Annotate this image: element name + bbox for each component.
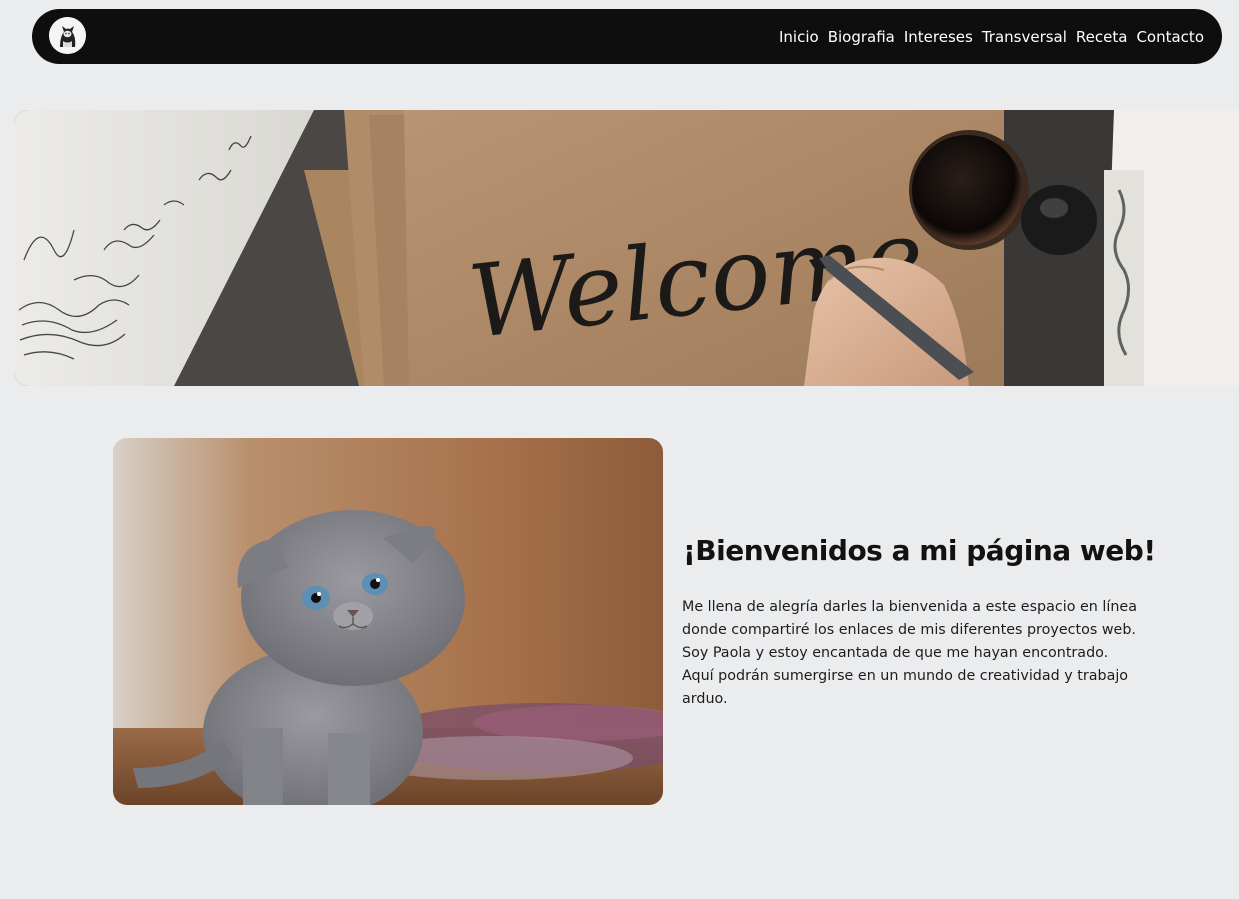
nav-link-biografia[interactable]: Biografia <box>828 28 895 46</box>
hero-banner-image: Welcome <box>14 110 1239 386</box>
nav-link-contacto[interactable]: Contacto <box>1136 28 1204 46</box>
page-title: ¡Bienvenidos a mi página web! <box>683 534 1156 567</box>
intro-paragraph: Me llena de alegría darles la bienvenida… <box>682 599 1137 707</box>
site-logo[interactable] <box>49 17 86 54</box>
navbar: Inicio Biografia Intereses Transversal R… <box>32 9 1222 64</box>
cat-logo-icon <box>49 17 86 54</box>
kitten-photo <box>113 438 663 805</box>
nav-menu: Inicio Biografia Intereses Transversal R… <box>779 9 1204 64</box>
nav-link-receta[interactable]: Receta <box>1076 28 1128 46</box>
nav-link-transversal[interactable]: Transversal <box>982 28 1067 46</box>
nav-link-intereses[interactable]: Intereses <box>904 28 973 46</box>
nav-link-inicio[interactable]: Inicio <box>779 28 819 46</box>
